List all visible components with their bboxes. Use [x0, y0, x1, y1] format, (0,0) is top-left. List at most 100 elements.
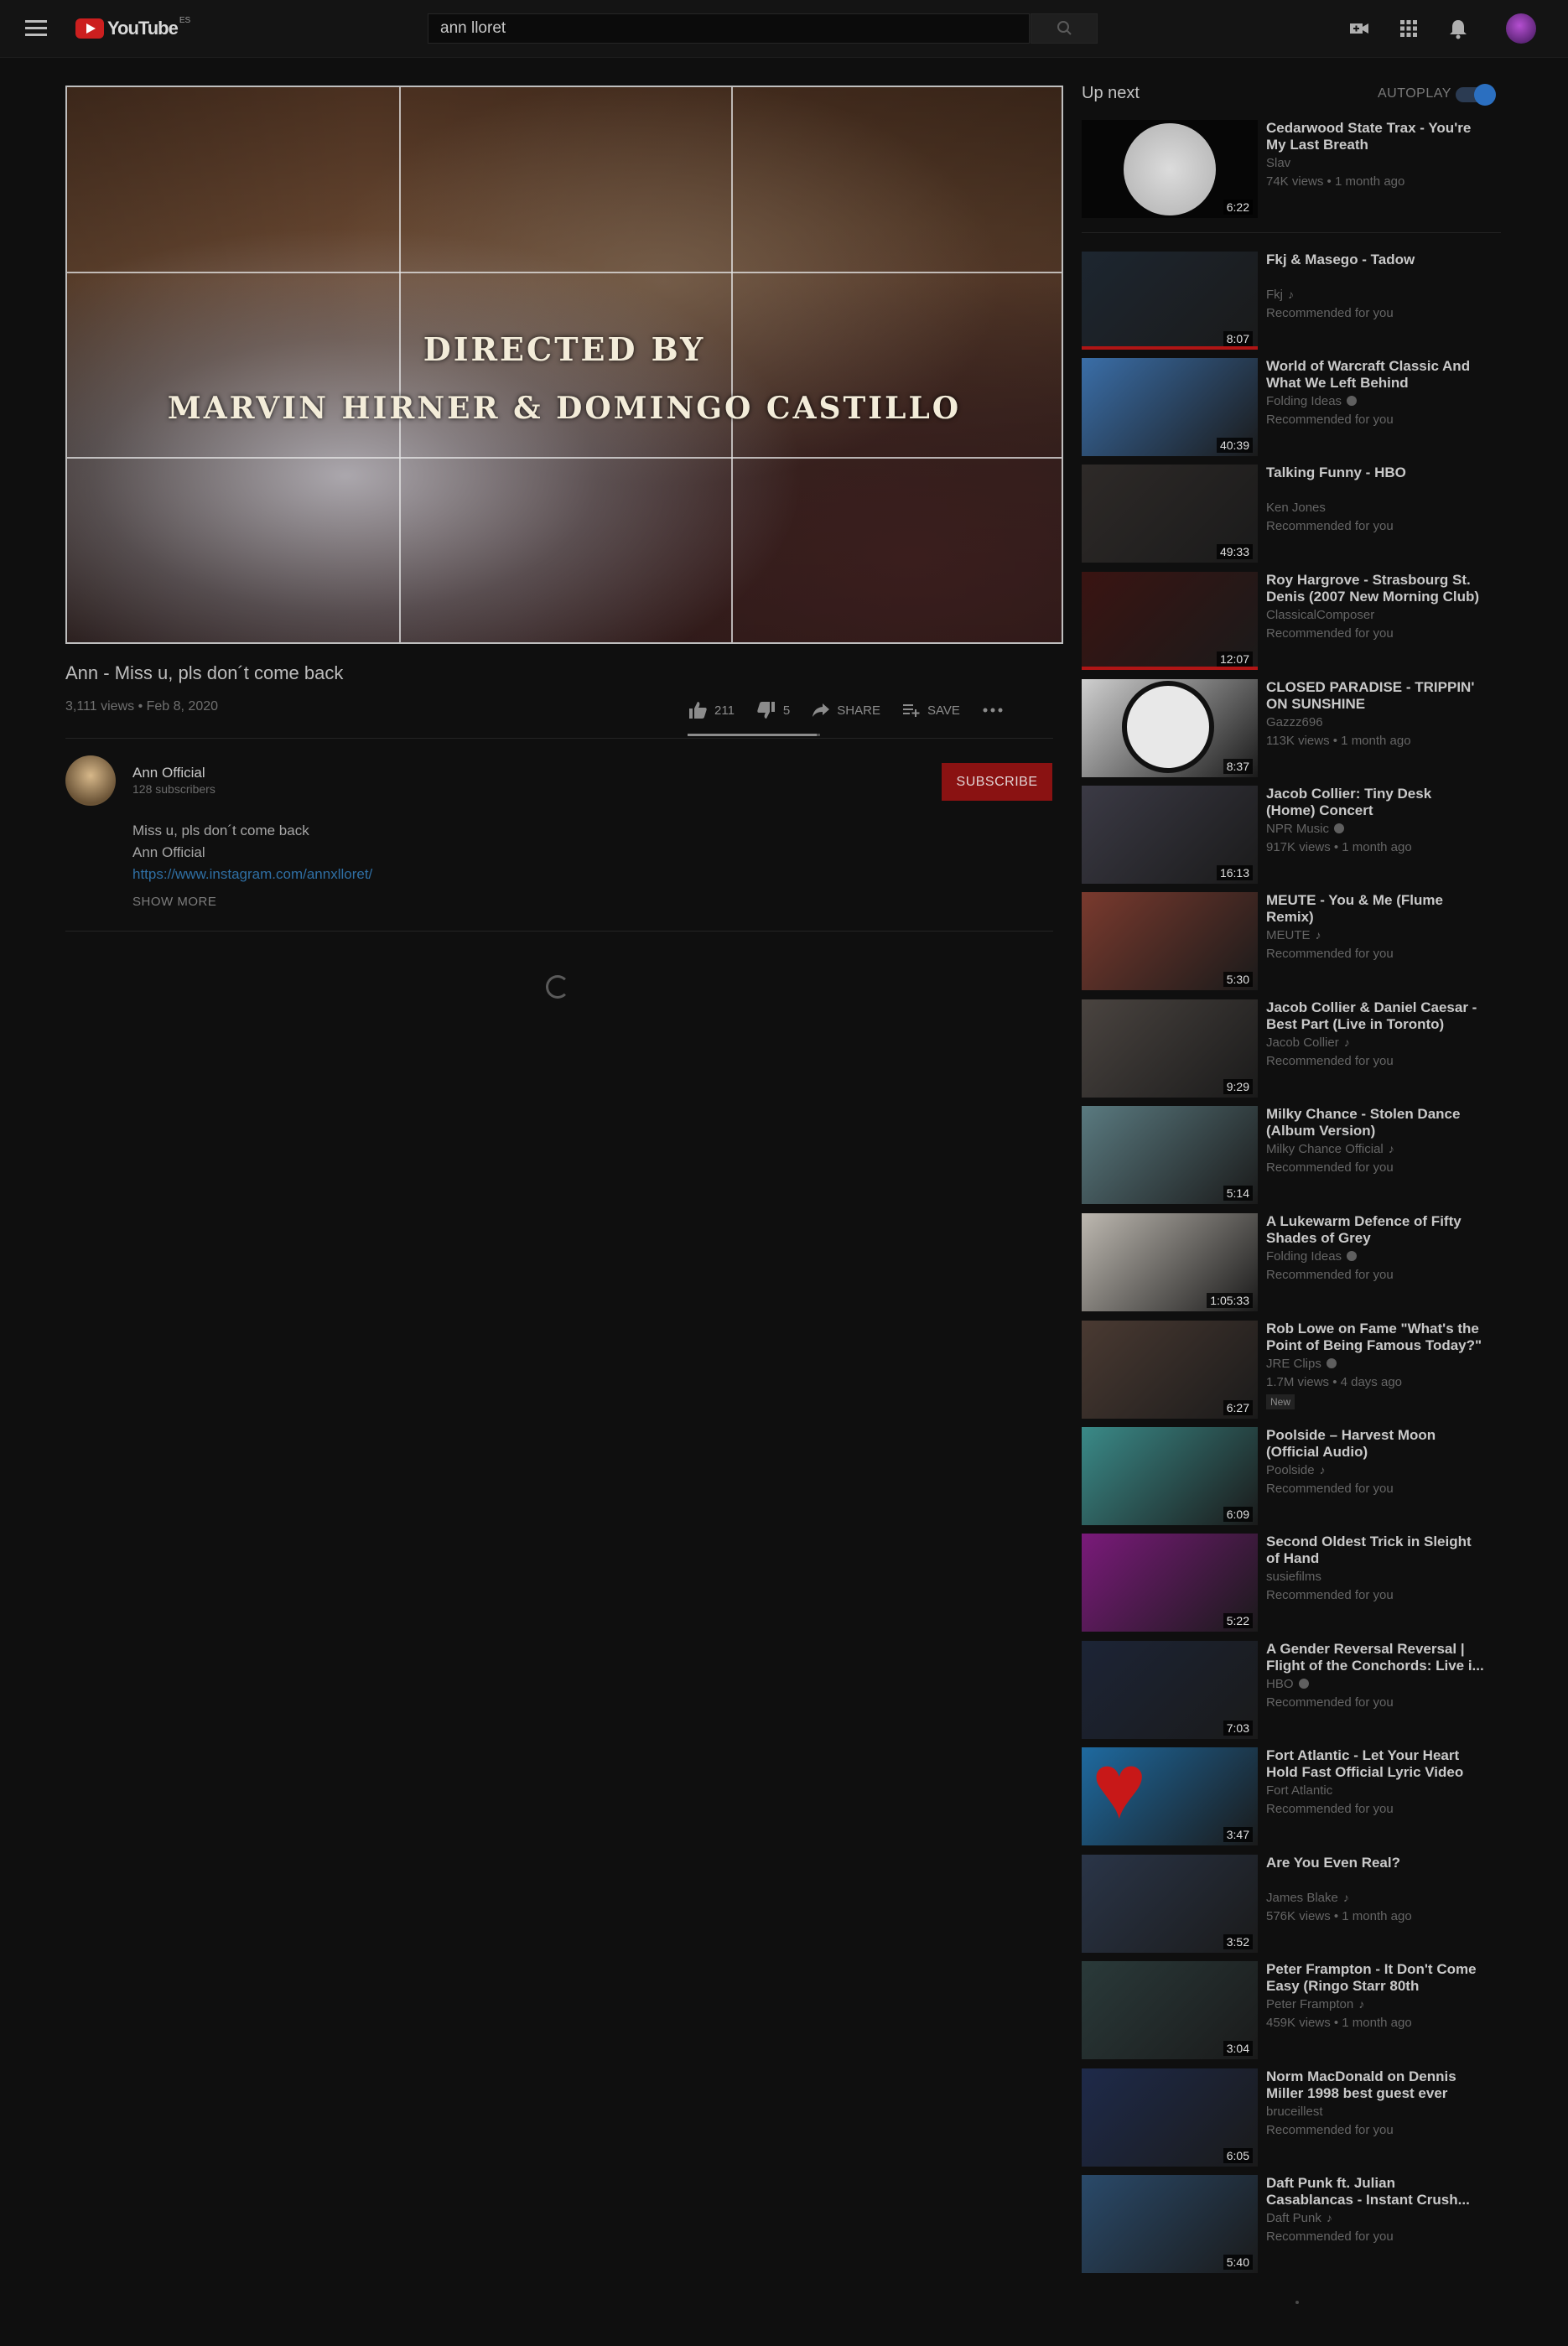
share-button[interactable]: SHARE: [812, 702, 880, 719]
recommendation-title[interactable]: Fkj & Masego - Tadow: [1266, 252, 1484, 268]
recommendation-title[interactable]: Are You Even Real?: [1266, 1855, 1484, 1871]
recommendation-title[interactable]: MEUTE - You & Me (Flume Remix): [1266, 892, 1484, 926]
video-thumbnail[interactable]: 16:13: [1082, 786, 1258, 884]
recommendation-item[interactable]: 6:27 Rob Lowe on Fame "What's the Point o…: [1082, 1321, 1509, 1419]
video-thumbnail[interactable]: 7:03: [1082, 1641, 1258, 1739]
recommendation-item[interactable]: 3:52 Are You Even Real? James Blake ♪ 576K v…: [1082, 1855, 1509, 1953]
recommendation-title[interactable]: Cedarwood State Trax - You're My Last Br…: [1266, 120, 1484, 153]
recommendation-title[interactable]: World of Warcraft Classic And What We Le…: [1266, 358, 1484, 392]
recommendation-item[interactable]: 8:07 Fkj & Masego - Tadow Fkj ♪ Recommended …: [1082, 252, 1509, 350]
menu-icon[interactable]: [23, 17, 49, 40]
dislike-button[interactable]: 5: [756, 701, 790, 719]
recommendation-channel[interactable]: ClassicalComposer: [1266, 608, 1374, 622]
video-thumbnail[interactable]: 5:22: [1082, 1534, 1258, 1632]
notifications-bell-icon[interactable]: [1446, 17, 1470, 40]
recommendation-item[interactable]: 9:29 Jacob Collier & Daniel Caesar - Best…: [1082, 999, 1509, 1098]
recommendation-title[interactable]: A Lukewarm Defence of Fifty Shades of Gr…: [1266, 1213, 1484, 1247]
like-button[interactable]: 211: [688, 701, 735, 719]
recommendation-item[interactable]: 16:13 Jacob Collier: Tiny Desk (Home) Con…: [1082, 786, 1509, 884]
channel-name[interactable]: Ann Official: [132, 765, 205, 781]
recommendation-title[interactable]: Rob Lowe on Fame "What's the Point of Be…: [1266, 1321, 1484, 1354]
recommendation-item[interactable]: 5:40 Daft Punk ft. Julian Casablancas - I…: [1082, 2175, 1509, 2273]
recommendation-title[interactable]: Fort Atlantic - Let Your Heart Hold Fast…: [1266, 1747, 1484, 1781]
recommendation-channel[interactable]: Fort Atlantic: [1266, 1783, 1332, 1798]
save-button[interactable]: SAVE: [902, 702, 960, 719]
recommendation-channel[interactable]: Peter Frampton ♪: [1266, 1997, 1364, 2011]
recommendation-channel[interactable]: Poolside ♪: [1266, 1463, 1326, 1477]
recommendation-title[interactable]: Jacob Collier: Tiny Desk (Home) Concert: [1266, 786, 1484, 819]
recommendation-item[interactable]: 40:39 World of Warcraft Classic And What …: [1082, 358, 1509, 456]
recommendation-title[interactable]: Talking Funny - HBO: [1266, 465, 1484, 481]
recommendation-item[interactable]: 6:05 Norm MacDonald on Dennis Miller 1998…: [1082, 2068, 1509, 2167]
recommendation-item[interactable]: 5:30 MEUTE - You & Me (Flume Remix) MEUTE ♪…: [1082, 892, 1509, 990]
recommendation-title[interactable]: Norm MacDonald on Dennis Miller 1998 bes…: [1266, 2068, 1484, 2102]
recommendation-channel[interactable]: Daft Punk ♪: [1266, 2211, 1332, 2225]
video-thumbnail[interactable]: 5:30: [1082, 892, 1258, 990]
account-avatar[interactable]: [1506, 13, 1536, 44]
recommendation-item[interactable]: 49:33 Talking Funny - HBO Ken Jones Recomme…: [1082, 465, 1509, 563]
video-thumbnail[interactable]: 9:29: [1082, 999, 1258, 1098]
recommendation-channel[interactable]: HBO: [1266, 1677, 1309, 1691]
recommendation-channel[interactable]: Folding Ideas: [1266, 1249, 1358, 1264]
create-video-icon[interactable]: [1347, 17, 1371, 40]
video-thumbnail[interactable]: 1:05:33: [1082, 1213, 1258, 1311]
recommendation-item[interactable]: 7:03 A Gender Reversal Reversal | Flight …: [1082, 1641, 1509, 1739]
recommendation-title[interactable]: Peter Frampton - It Don't Come Easy (Rin…: [1266, 1961, 1484, 1995]
recommendation-channel[interactable]: MEUTE ♪: [1266, 928, 1321, 942]
apps-grid-icon[interactable]: [1397, 17, 1420, 40]
video-thumbnail[interactable]: 3:52: [1082, 1855, 1258, 1953]
video-player[interactable]: DIRECTED BY MARVIN HIRNER & DOMINGO CAST…: [65, 86, 1063, 644]
video-thumbnail[interactable]: 6:27: [1082, 1321, 1258, 1419]
recommendation-title[interactable]: Roy Hargrove - Strasbourg St. Denis (200…: [1266, 572, 1484, 605]
youtube-logo[interactable]: YouTube ES: [75, 16, 190, 40]
subscribe-button[interactable]: SUBSCRIBE: [942, 763, 1052, 801]
recommendation-title[interactable]: A Gender Reversal Reversal | Flight of t…: [1266, 1641, 1484, 1674]
recommendation-channel[interactable]: Ken Jones: [1266, 501, 1326, 515]
recommendation-channel[interactable]: bruceillest: [1266, 2105, 1323, 2119]
recommendation-item[interactable]: 6:09 Poolside – Harvest Moon (Official Au…: [1082, 1427, 1509, 1525]
video-thumbnail[interactable]: 6:09: [1082, 1427, 1258, 1525]
recommendation-channel[interactable]: Slav: [1266, 156, 1290, 170]
video-thumbnail[interactable]: 5:14: [1082, 1106, 1258, 1204]
video-thumbnail[interactable]: 12:07: [1082, 572, 1258, 670]
search-button[interactable]: [1031, 13, 1098, 44]
recommendation-channel[interactable]: JRE Clips: [1266, 1357, 1337, 1371]
recommendation-channel[interactable]: Gazzz696: [1266, 715, 1323, 729]
video-thumbnail[interactable]: 6:22: [1082, 120, 1258, 218]
recommendation-channel[interactable]: Fkj ♪: [1266, 288, 1294, 302]
channel-avatar[interactable]: [65, 755, 116, 806]
recommendation-channel[interactable]: Milky Chance Official ♪: [1266, 1142, 1394, 1156]
video-thumbnail[interactable]: 6:05: [1082, 2068, 1258, 2167]
recommendation-channel[interactable]: James Blake ♪: [1266, 1891, 1349, 1905]
recommendation-title[interactable]: Milky Chance - Stolen Dance (Album Versi…: [1266, 1106, 1484, 1139]
recommendation-item[interactable]: 5:22 Second Oldest Trick in Sleight of Ha…: [1082, 1534, 1509, 1632]
recommendation-channel[interactable]: Folding Ideas: [1266, 394, 1358, 408]
recommendation-title[interactable]: Second Oldest Trick in Sleight of Hand: [1266, 1534, 1484, 1567]
recommendation-title[interactable]: CLOSED PARADISE - TRIPPIN' ON SUNSHINE: [1266, 679, 1484, 713]
recommendation-title[interactable]: Poolside – Harvest Moon (Official Audio): [1266, 1427, 1484, 1461]
search-input[interactable]: ann lloret: [428, 13, 1030, 44]
recommendation-item[interactable]: 5:14 Milky Chance - Stolen Dance (Album V…: [1082, 1106, 1509, 1204]
video-thumbnail[interactable]: 3:04: [1082, 1961, 1258, 2059]
recommendation-item[interactable]: 8:37 CLOSED PARADISE - TRIPPIN' ON SUNSHI…: [1082, 679, 1509, 777]
recommendation-item[interactable]: 3:04 Peter Frampton - It Don't Come Easy …: [1082, 1961, 1509, 2059]
recommendation-channel[interactable]: Jacob Collier ♪: [1266, 1035, 1350, 1050]
recommendation-channel[interactable]: susiefilms: [1266, 1570, 1321, 1584]
recommendation-item[interactable]: ♥ 3:47 Fort Atlantic - Let Your Heart Hold…: [1082, 1747, 1509, 1845]
autoplay-toggle-knob[interactable]: [1474, 84, 1496, 106]
video-thumbnail[interactable]: 8:07: [1082, 252, 1258, 350]
recommendation-title[interactable]: Jacob Collier & Daniel Caesar - Best Par…: [1266, 999, 1484, 1033]
recommendation-item[interactable]: 6:22 Cedarwood State Trax - You're My Las…: [1082, 120, 1509, 218]
show-more-button[interactable]: SHOW MORE: [132, 895, 216, 909]
description-link[interactable]: https://www.instagram.com/annxlloret/: [132, 866, 372, 883]
video-thumbnail[interactable]: 49:33: [1082, 465, 1258, 563]
recommendation-title[interactable]: Daft Punk ft. Julian Casablancas - Insta…: [1266, 2175, 1484, 2208]
recommendation-channel[interactable]: NPR Music: [1266, 822, 1345, 836]
recommendation-item[interactable]: 12:07 Roy Hargrove - Strasbourg St. Denis…: [1082, 572, 1509, 670]
video-thumbnail[interactable]: 8:37: [1082, 679, 1258, 777]
video-thumbnail[interactable]: ♥ 3:47: [1082, 1747, 1258, 1845]
video-thumbnail[interactable]: 40:39: [1082, 358, 1258, 456]
recommendation-item[interactable]: 1:05:33 A Lukewarm Defence of Fifty Shade…: [1082, 1213, 1509, 1311]
video-thumbnail[interactable]: 5:40: [1082, 2175, 1258, 2273]
more-actions-button[interactable]: [982, 707, 1010, 714]
